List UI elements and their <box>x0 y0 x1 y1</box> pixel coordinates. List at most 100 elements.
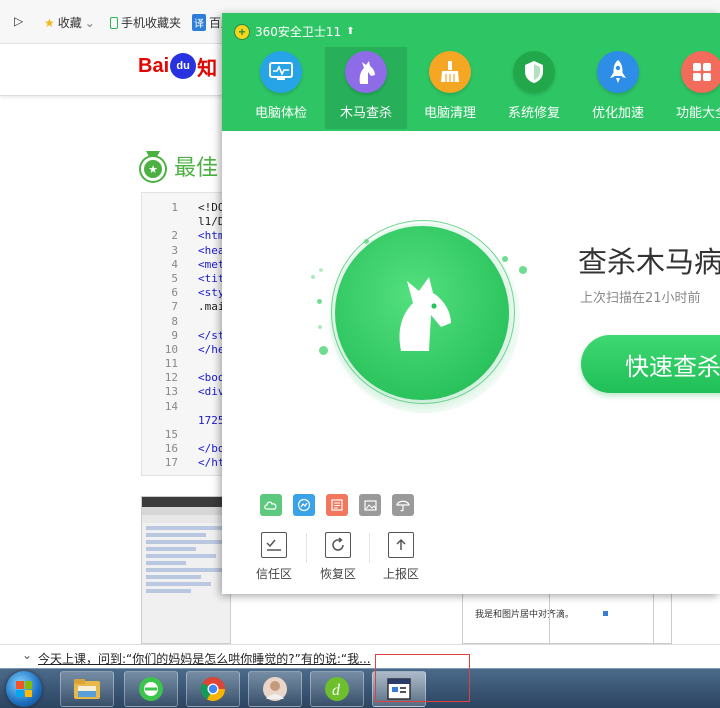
code-text: <!DO l1/D <htm <hea <met <tit <sty .mai </st </he… <box>198 201 225 471</box>
chevron-down-icon[interactable]: ⌄ <box>22 648 32 662</box>
line-number: 4 <box>171 257 178 271</box>
decor-dot <box>319 346 328 355</box>
line-number: 10 <box>164 342 178 356</box>
image-placeholder-icon <box>603 611 608 616</box>
news-link[interactable]: 今天上课，问到:“你们的妈妈是怎么哄你睡觉的?”有的说:“我... <box>38 650 371 667</box>
code-line-numbers: 1 2 3 4 5 6 7 8 9 10 11 12 13 14 15 16 17 <box>142 201 184 471</box>
nav-speed-up[interactable]: 优化加速 <box>577 47 659 129</box>
trojan-scan-badge[interactable] <box>335 226 509 400</box>
nav-label: 系统修复 <box>507 106 560 121</box>
code-line: 1725 <box>198 413 225 427</box>
image-icon[interactable] <box>359 494 381 516</box>
selection-rectangle <box>375 654 470 702</box>
report-zone-button[interactable]: 上报区 <box>375 532 427 582</box>
taskbar-file-explorer[interactable] <box>60 671 114 707</box>
list-icon[interactable] <box>326 494 348 516</box>
cloud-icon[interactable] <box>260 494 282 516</box>
umbrella-icon[interactable] <box>392 494 414 516</box>
zone-label: 信任区 <box>255 567 292 581</box>
nav-pc-cleanup[interactable]: 电脑清理 <box>409 47 491 129</box>
nav-label: 优化加速 <box>591 106 644 121</box>
upgrade-arrow-icon[interactable]: ⬆ <box>346 26 354 37</box>
bookmark-favorites[interactable]: ★ 收藏 ⌄ <box>44 14 95 31</box>
line-number <box>142 215 184 229</box>
trust-zone-button[interactable]: 信任区 <box>248 532 300 582</box>
chevron-down-icon: ⌄ <box>84 15 95 30</box>
rocket-icon <box>597 51 639 93</box>
line-number: 2 <box>171 229 178 243</box>
line-number: 7 <box>171 300 178 314</box>
start-button[interactable] <box>6 671 42 707</box>
scan-title: 查杀木马病 <box>578 245 720 279</box>
nav-label: 电脑体检 <box>254 106 307 121</box>
divider <box>306 533 307 563</box>
code-line: .mai <box>198 300 225 314</box>
code-line: </bo <box>198 442 225 456</box>
code-line: <tit <box>198 271 225 285</box>
code-line: <met <box>198 257 225 271</box>
preview-table: 我是和图片居中对齐滴。 <box>462 592 672 645</box>
sidebar-toggle-icon[interactable]: ▷ <box>14 14 23 28</box>
bookmark-label: 手机收藏夹 <box>121 16 182 30</box>
nav-all-features[interactable]: 功能大全 <box>661 47 720 129</box>
line-number: 14 <box>164 399 178 413</box>
line-number <box>142 414 184 428</box>
taskbar-chrome[interactable] <box>186 671 240 707</box>
line-number: 15 <box>164 428 178 441</box>
window-header: + 360安全卫士11 ⬆ 电脑体检 木马查杀 电脑清理 系统修复 优化加速 功… <box>222 13 720 131</box>
code-line: l1/D <box>198 215 225 229</box>
news-ticker: ⌄ 今天上课，问到:“你们的妈妈是怎么哄你睡觉的?”有的说:“我... <box>0 644 720 668</box>
zone-label: 恢复区 <box>319 567 356 581</box>
dreamweaver-screenshot[interactable] <box>141 496 231 644</box>
window-title: + 360安全卫士11 ⬆ <box>234 23 355 40</box>
table-cell-text: 我是和图片居中对齐滴。 <box>475 610 575 620</box>
divider <box>369 533 370 563</box>
decor-dot <box>317 299 322 304</box>
decor-dot <box>319 268 323 272</box>
taskbar-dreamweaver[interactable]: d <box>310 671 364 707</box>
taskbar: d <box>0 668 720 708</box>
line-number: 13 <box>164 385 178 399</box>
decor-dot <box>311 275 315 279</box>
baidu-logo[interactable]: Bai du 知 <box>138 46 217 86</box>
bookmark-mobile[interactable]: 手机收藏夹 <box>110 14 181 31</box>
nav-system-repair[interactable]: 系统修复 <box>493 47 575 129</box>
line-number: 17 <box>164 456 178 470</box>
nav-pc-checkup[interactable]: 电脑体检 <box>240 47 322 129</box>
taskbar-360-browser[interactable] <box>124 671 178 707</box>
code-line: <!DO <box>198 201 225 214</box>
360-logo-icon: + <box>234 23 250 40</box>
line-number: 11 <box>164 357 178 371</box>
nav-trojan-scan[interactable]: 木马查杀 <box>325 47 407 129</box>
shield-icon <box>513 51 555 93</box>
svg-text:d: d <box>332 682 341 699</box>
horse-icon <box>345 51 387 93</box>
broom-icon <box>429 51 471 93</box>
horse-icon <box>399 277 451 351</box>
checklist-icon <box>261 532 287 558</box>
translate-icon: 译 <box>192 14 206 31</box>
restore-zone-button[interactable]: 恢复区 <box>312 532 364 582</box>
chart-icon[interactable] <box>293 494 315 516</box>
search-bar-edge <box>0 90 230 96</box>
decor-dot <box>318 325 322 329</box>
code-line: <hea <box>198 243 225 257</box>
line-number: 1 <box>171 201 178 214</box>
quick-scan-button[interactable]: 快速查杀 <box>581 335 720 393</box>
zone-label: 上报区 <box>382 567 419 581</box>
taskbar-photo-app[interactable] <box>248 671 302 707</box>
folder-icon <box>74 679 100 699</box>
grid-icon <box>681 51 720 93</box>
logo-text: Bai <box>138 54 170 77</box>
code-line: <boo <box>198 371 225 385</box>
medal-icon: ★ <box>140 151 166 181</box>
nav-label: 木马查杀 <box>339 106 392 121</box>
code-line: <htm <box>198 229 225 243</box>
monitor-icon <box>260 51 302 93</box>
code-line: </st <box>198 328 225 342</box>
last-scan-text: 上次扫描在21小时前 <box>580 291 701 306</box>
code-line: </he <box>198 342 225 356</box>
